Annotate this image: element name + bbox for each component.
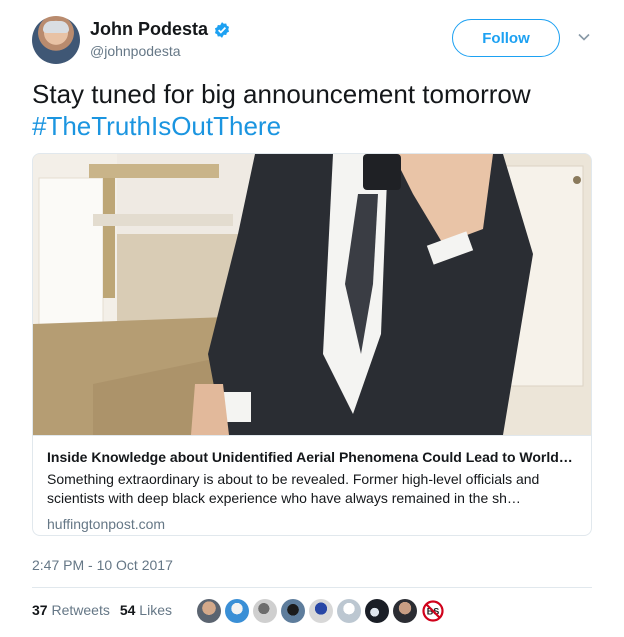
tweet-stats: 37 Retweets 54 Likes: [32, 602, 172, 618]
retweets-stat[interactable]: 37 Retweets: [32, 602, 110, 618]
liker-avatar[interactable]: [225, 599, 249, 623]
liker-avatar[interactable]: [337, 599, 361, 623]
likes-stat[interactable]: 54 Likes: [120, 602, 172, 618]
tweet-text: Stay tuned for big announcement tomorrow…: [32, 78, 592, 142]
card-description: Something extraordinary is about to be r…: [47, 471, 540, 506]
retweets-count: 37: [32, 602, 48, 618]
link-card[interactable]: Inside Knowledge about Unidentified Aeri…: [32, 153, 592, 536]
liker-avatar[interactable]: [281, 599, 305, 623]
tweet-header: John Podesta @johnpodesta Follow: [32, 14, 592, 66]
verified-badge-icon: [214, 21, 230, 38]
liker-avatar[interactable]: [253, 599, 277, 623]
liker-avatar[interactable]: [309, 599, 333, 623]
card-title: Inside Knowledge about Unidentified Aeri…: [47, 449, 573, 465]
likes-label: Likes: [139, 602, 172, 618]
tweet-timestamp[interactable]: 2:47 PM - 10 Oct 2017: [32, 557, 173, 573]
no-bs-icon[interactable]: BS: [421, 599, 445, 623]
divider: [32, 587, 592, 588]
liker-avatar[interactable]: [393, 599, 417, 623]
tweet-body: Stay tuned for big announcement tomorrow: [32, 79, 531, 109]
retweets-label: Retweets: [51, 602, 110, 618]
liker-avatars: BS: [197, 599, 445, 623]
user-handle[interactable]: @johnpodesta: [90, 43, 181, 59]
hashtag-link[interactable]: #TheTruthIsOutThere: [32, 110, 592, 142]
chevron-down-icon[interactable]: [577, 30, 591, 44]
card-domain: huffingtonpost.com: [47, 516, 166, 532]
user-name[interactable]: John Podesta: [90, 19, 208, 40]
card-body: Inside Knowledge about Unidentified Aeri…: [33, 435, 591, 535]
follow-button[interactable]: Follow: [452, 19, 560, 57]
likes-count: 54: [119, 602, 136, 618]
card-image: [33, 154, 591, 435]
liker-avatar[interactable]: [365, 599, 389, 623]
liker-avatar[interactable]: [197, 599, 221, 623]
name-row: John Podesta: [90, 19, 231, 40]
avatar[interactable]: [32, 16, 80, 64]
